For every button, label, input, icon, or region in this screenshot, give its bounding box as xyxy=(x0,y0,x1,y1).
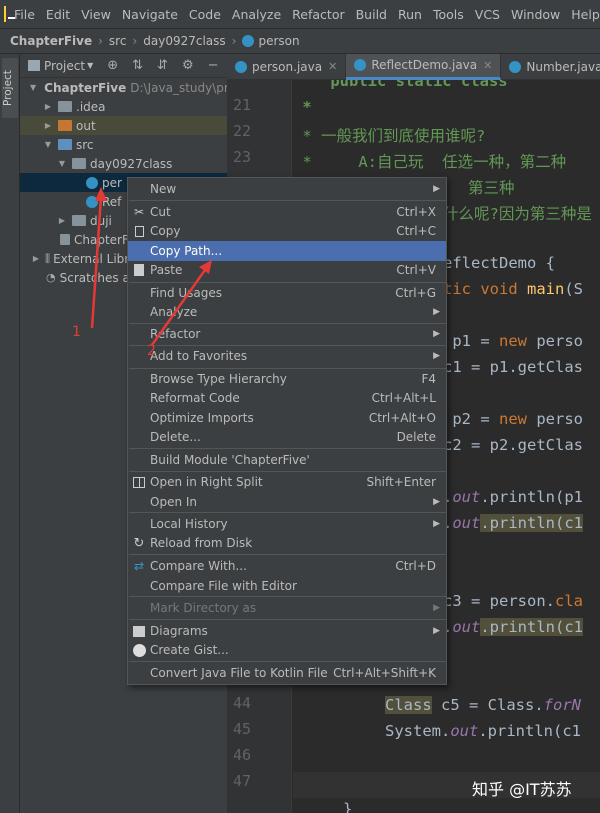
annotation-arrow-1 xyxy=(90,196,103,329)
annotation-label-2: 2 xyxy=(147,343,156,359)
arrowhead-1-icon xyxy=(95,187,107,201)
annotation-label-1: 1 xyxy=(72,324,81,340)
annotation-arrow-2 xyxy=(150,269,207,346)
annotation-arrows xyxy=(90,187,212,346)
arrowhead-2-icon xyxy=(199,260,212,274)
watermark: 知乎 @IT苏苏 xyxy=(472,780,572,799)
